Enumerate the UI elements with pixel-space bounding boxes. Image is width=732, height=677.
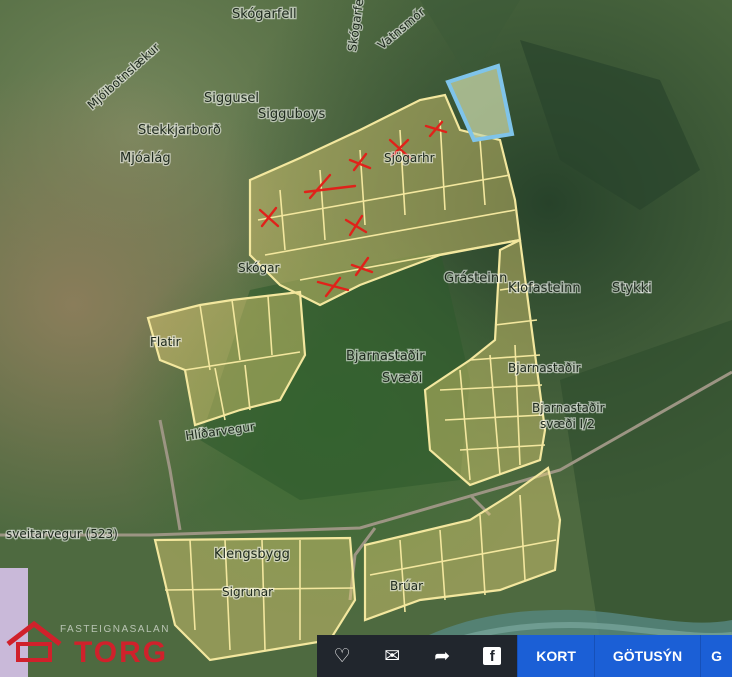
satellite-map[interactable]: Skógarfell Mjóibotnslækur Vatnsmór Skóga…: [0, 0, 732, 677]
place-label: svæði I/2: [540, 417, 595, 431]
street-view-button[interactable]: GÖTUSÝN: [593, 635, 701, 677]
more-button[interactable]: G: [700, 635, 732, 677]
place-label: Sigrunar: [222, 585, 273, 599]
facebook-icon[interactable]: f: [467, 635, 518, 677]
map-toolbar: ♡ ✉ ➦ f KORT GÖTUSÝN G: [317, 635, 732, 677]
place-label: Bjarnastaðir: [508, 361, 581, 375]
place-label: Sigguboys: [258, 107, 326, 122]
place-label: Skógarfell: [232, 7, 297, 22]
place-label: Flatir: [150, 335, 181, 349]
place-label: Klengsbygg: [214, 547, 290, 562]
map-viewer[interactable]: Skógarfell Mjóibotnslækur Vatnsmór Skóga…: [0, 0, 732, 677]
logo-brand: TORG: [74, 636, 169, 669]
place-label: Sjögarhr: [384, 151, 435, 165]
mail-icon[interactable]: ✉: [367, 635, 418, 677]
map-view-button[interactable]: KORT: [517, 635, 594, 677]
house-icon: [6, 620, 62, 662]
share-icon[interactable]: ➦: [417, 635, 468, 677]
place-label: Klofasteinn: [508, 281, 581, 296]
place-label: Siggusel: [204, 91, 259, 106]
place-label: Svæði: [382, 371, 422, 386]
place-label: Bjarnastaðir: [346, 349, 425, 364]
place-label: Mjóalág: [120, 151, 171, 166]
place-label: Grásteinn: [444, 271, 507, 286]
place-label: Stekkjarborð: [138, 123, 221, 138]
place-label: Brúar: [390, 579, 423, 593]
place-label: Skógar: [238, 261, 279, 275]
logo-tagline: FASTEIGNASALAN: [60, 624, 170, 635]
heart-icon[interactable]: ♡: [317, 635, 368, 677]
road-label: sveitarvegur (523): [6, 527, 118, 541]
agency-logo: FASTEIGNASALAN TORG: [0, 568, 230, 677]
place-label: Stykki: [612, 281, 652, 296]
place-label: Bjarnastaðir: [532, 401, 605, 415]
